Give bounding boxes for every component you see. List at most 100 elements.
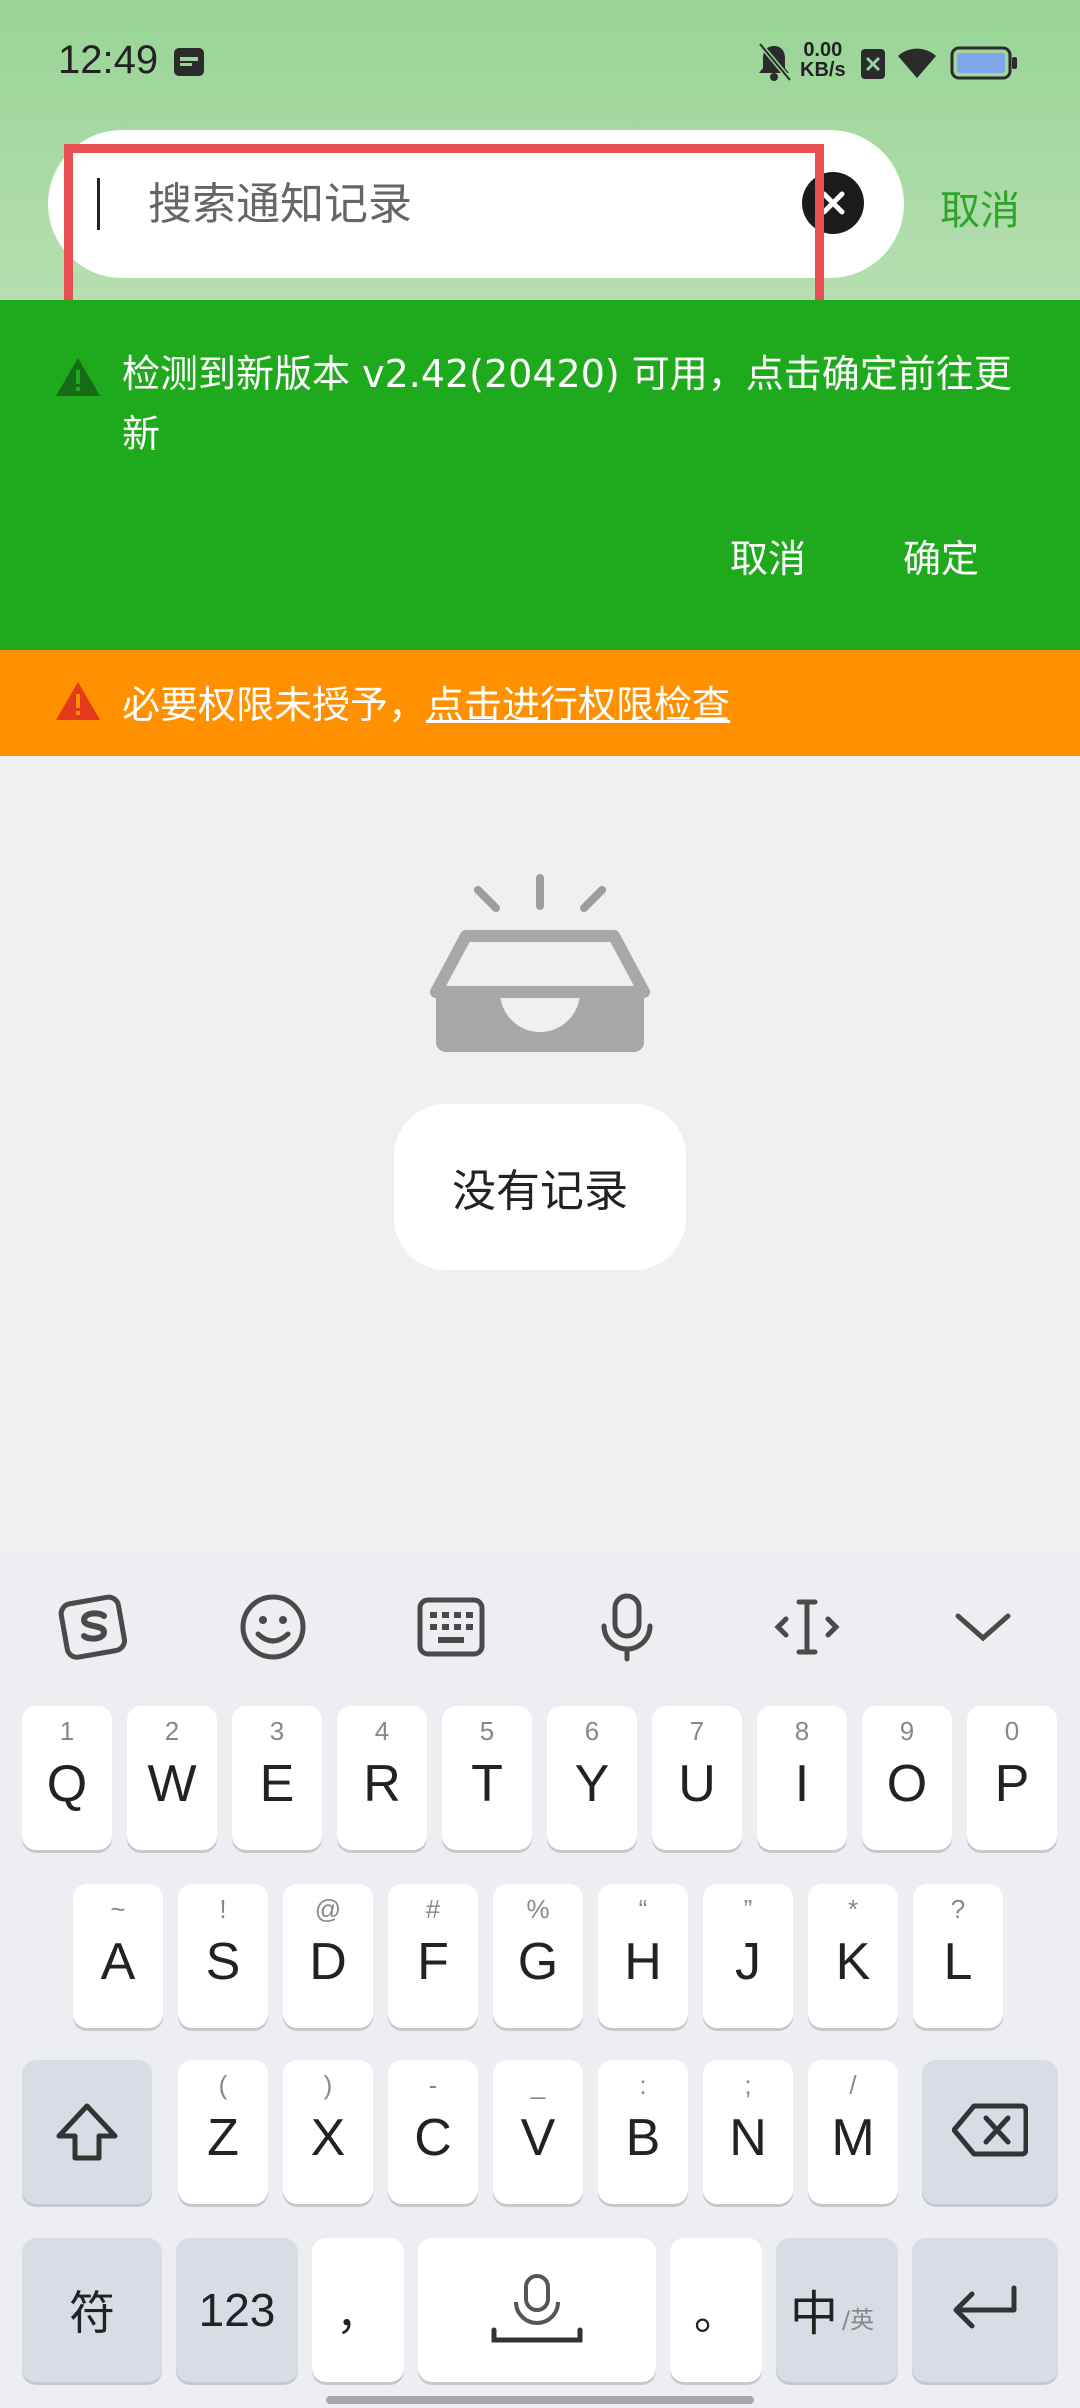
key-v[interactable]: _ V [493, 2060, 583, 2204]
key-r[interactable]: 4R [337, 1706, 427, 1850]
key-n[interactable]: ; N [703, 2060, 793, 2204]
permission-message: 必要权限未授予，点击进行权限检查 [122, 674, 730, 729]
cancel-search-button[interactable]: 取消 [940, 178, 1020, 236]
key-primary-label: Z [207, 2109, 239, 2167]
key-i[interactable]: 8I [757, 1706, 847, 1850]
key-p[interactable]: 0P [967, 1706, 1057, 1850]
update-message: 检测到新版本 v2.42(20420) 可用，点击确定前往更新 [122, 352, 1012, 456]
key-w[interactable]: 2W [127, 1706, 217, 1850]
permission-message-prefix: 必要权限未授予， [122, 683, 427, 727]
space-voice-icon [491, 2274, 583, 2343]
network-speed: 0.00 KB/s [800, 40, 846, 80]
key-primary-label: Y [574, 1755, 610, 1813]
key-primary-label: A [100, 1933, 136, 1991]
key-secondary-label: : [639, 2070, 647, 2100]
key-j[interactable]: ” J [703, 1884, 793, 2028]
key-secondary-label: 5 [479, 1716, 495, 1746]
update-confirm-button[interactable]: 确定 [903, 528, 979, 583]
key-secondary-label: 1 [59, 1716, 75, 1746]
key-primary-label: P [994, 1755, 1030, 1813]
shift-arrow-icon [56, 2103, 118, 2161]
search-input[interactable] [96, 130, 816, 278]
permission-check-link[interactable]: 点击进行权限检查 [426, 683, 730, 727]
microphone-icon[interactable] [592, 1592, 662, 1662]
clear-search-button[interactable] [802, 172, 864, 234]
key-secondary-label: - [428, 2070, 438, 2100]
chevron-down-icon[interactable] [948, 1592, 1018, 1662]
key-primary-label: F [417, 1933, 449, 1991]
key-secondary-label: ” [743, 1894, 753, 1924]
key-primary-label: S [205, 1933, 241, 1991]
calendar-notification-icon [174, 48, 204, 76]
sim-disabled-icon [861, 49, 885, 79]
key-s[interactable]: ! S [178, 1884, 268, 2028]
key-f[interactable]: # F [388, 1884, 478, 2028]
key-secondary-label: * [847, 1894, 859, 1924]
key-secondary-label: @ [314, 1894, 342, 1924]
numbers-key-label: 123 [198, 2284, 276, 2336]
update-banner: 检测到新版本 v2.42(20420) 可用，点击确定前往更新 取消 确定 [0, 300, 1080, 650]
key-secondary-label: 4 [374, 1716, 390, 1746]
key-u[interactable]: 7U [652, 1706, 742, 1850]
symbols-key[interactable]: 符 [22, 2238, 162, 2382]
key-t[interactable]: 5T [442, 1706, 532, 1850]
home-indicator[interactable] [326, 2396, 754, 2404]
key-primary-label: G [517, 1933, 559, 1991]
key-k[interactable]: * K [808, 1884, 898, 2028]
backspace-key[interactable] [922, 2060, 1058, 2204]
keyboard-layout-icon[interactable] [416, 1592, 486, 1662]
enter-key[interactable] [912, 2238, 1058, 2382]
key-secondary-label: ; [744, 2070, 752, 2100]
key-b[interactable]: :B [598, 2060, 688, 2204]
emoji-icon[interactable] [238, 1592, 308, 1662]
key-secondary-label: “ [638, 1894, 648, 1924]
key-primary-label: Q [46, 1755, 88, 1813]
key-secondary-label: ! [219, 1894, 227, 1924]
key-e[interactable]: 3E [232, 1706, 322, 1850]
key-g[interactable]: % G [493, 1884, 583, 2028]
permission-banner[interactable]: 必要权限未授予，点击进行权限检查 [0, 650, 1080, 756]
key-primary-label: V [520, 2109, 556, 2167]
battery-icon [950, 46, 1017, 80]
key-x[interactable]: ) X [283, 2060, 373, 2204]
shift-key[interactable] [22, 2060, 152, 2204]
key-secondary-label: ? [950, 1894, 966, 1924]
key-secondary-label: _ [530, 2070, 546, 2100]
language-switch-key[interactable]: 中 /英 [776, 2238, 898, 2382]
key-secondary-label: 6 [584, 1716, 600, 1746]
key-a[interactable]: ~ A [73, 1884, 163, 2028]
key-c[interactable]: -C [388, 2060, 478, 2204]
numbers-key[interactable]: 123 [176, 2238, 298, 2382]
period-key[interactable]: 。 [670, 2238, 762, 2382]
language-english-label: /英 [842, 2306, 875, 2334]
key-l[interactable]: ? L [913, 1884, 1003, 2028]
comma-key[interactable]: ， [312, 2238, 404, 2382]
key-z[interactable]: (Z [178, 2060, 268, 2204]
language-chinese-label: 中 [790, 2286, 839, 2342]
key-primary-label: L [943, 1933, 973, 1991]
comma-key-label: ， [336, 2289, 380, 2340]
key-secondary-label: 2 [164, 1716, 180, 1746]
key-y[interactable]: 6Y [547, 1706, 637, 1850]
warning-icon [56, 358, 100, 396]
key-h[interactable]: “H [598, 1884, 688, 2028]
key-d[interactable]: @ D [283, 1884, 373, 2028]
cursor-move-icon[interactable] [772, 1592, 842, 1662]
empty-state-label: 没有记录 [394, 1104, 686, 1270]
key-o[interactable]: 9O [862, 1706, 952, 1850]
space-key[interactable] [418, 2238, 656, 2382]
key-secondary-label: 8 [794, 1716, 810, 1746]
key-secondary-label: 9 [899, 1716, 915, 1746]
mute-bell-icon [758, 42, 792, 82]
key-primary-label: H [624, 1933, 662, 1991]
key-secondary-label: ~ [110, 1894, 126, 1924]
network-speed-value: 0.00 [803, 39, 843, 61]
sogou-logo-icon[interactable] [58, 1592, 130, 1664]
key-primary-label: B [625, 2109, 661, 2167]
key-q[interactable]: 1Q [22, 1706, 112, 1850]
soft-keyboard: 1Q2W3E4R5T6Y7U8I9O0P ~ A! S @ D # F% G “H” J * K? L … [0, 1556, 1080, 2408]
key-m[interactable]: / M [808, 2060, 898, 2204]
update-cancel-button[interactable]: 取消 [730, 528, 806, 583]
key-primary-label: I [794, 1755, 810, 1813]
key-primary-label: D [309, 1933, 347, 1991]
